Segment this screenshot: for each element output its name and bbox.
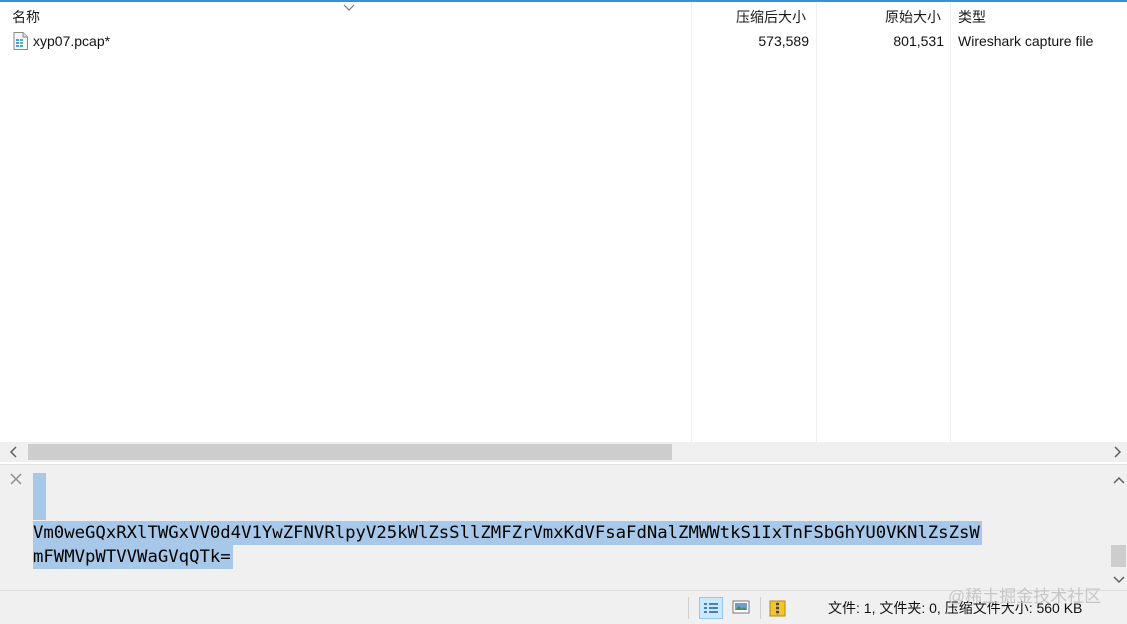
file-name: xyp07.pcap*	[33, 33, 111, 49]
column-divider[interactable]	[816, 2, 817, 442]
file-original-size: 801,531	[893, 33, 944, 49]
column-original-size-header[interactable]: 原始大小	[885, 7, 941, 27]
comment-line-2: mFWMVpWTVVWaGVqQTk=	[33, 545, 233, 569]
details-view-icon[interactable]	[699, 597, 723, 619]
file-list[interactable]: 名称 压缩后大小 原始大小 类型 xyp07.pcap* 573,589 801…	[0, 0, 1127, 442]
status-divider	[760, 597, 761, 619]
comment-textarea[interactable]: Vm0weGQxRXlTWGxVV0d4V1YwZFNVRlpyV25kWlZs…	[30, 469, 1105, 587]
scroll-up-icon[interactable]	[1113, 475, 1125, 487]
file-compressed-size: 573,589	[758, 33, 809, 49]
column-header: 名称 压缩后大小 原始大小 类型	[0, 2, 1127, 28]
archive-icon	[767, 597, 791, 619]
horizontal-scroll-thumb[interactable]	[28, 444, 672, 460]
file-row[interactable]: xyp07.pcap* 573,589 801,531 Wireshark ca…	[0, 30, 1127, 52]
column-divider[interactable]	[691, 2, 692, 442]
scroll-down-icon[interactable]	[1113, 573, 1125, 585]
comment-panel: Vm0weGQxRXlTWGxVV0d4V1YwZFNVRlpyV25kWlZs…	[0, 464, 1127, 590]
file-type: Wireshark capture file	[958, 33, 1094, 49]
preview-view-icon[interactable]	[730, 597, 754, 619]
column-divider[interactable]	[950, 2, 951, 442]
comment-vertical-scrollbar[interactable]	[1110, 465, 1127, 590]
column-name-header[interactable]: 名称	[12, 7, 40, 27]
status-divider	[688, 597, 689, 619]
scroll-left-icon[interactable]	[8, 446, 20, 458]
sort-chevron-icon	[343, 4, 355, 11]
close-icon[interactable]	[10, 473, 22, 485]
selected-empty-line	[33, 473, 46, 520]
pcap-file-icon	[13, 32, 28, 50]
watermark: @稀土掘金技术社区	[948, 587, 1102, 606]
comment-line-1: Vm0weGQxRXlTWGxVV0d4V1YwZFNVRlpyV25kWlZs…	[33, 521, 982, 545]
scroll-right-icon[interactable]	[1111, 446, 1123, 458]
vertical-scroll-thumb[interactable]	[1111, 545, 1126, 567]
column-type-header[interactable]: 类型	[958, 7, 986, 27]
horizontal-scrollbar[interactable]	[0, 442, 1127, 462]
column-compressed-size-header[interactable]: 压缩后大小	[736, 7, 806, 27]
